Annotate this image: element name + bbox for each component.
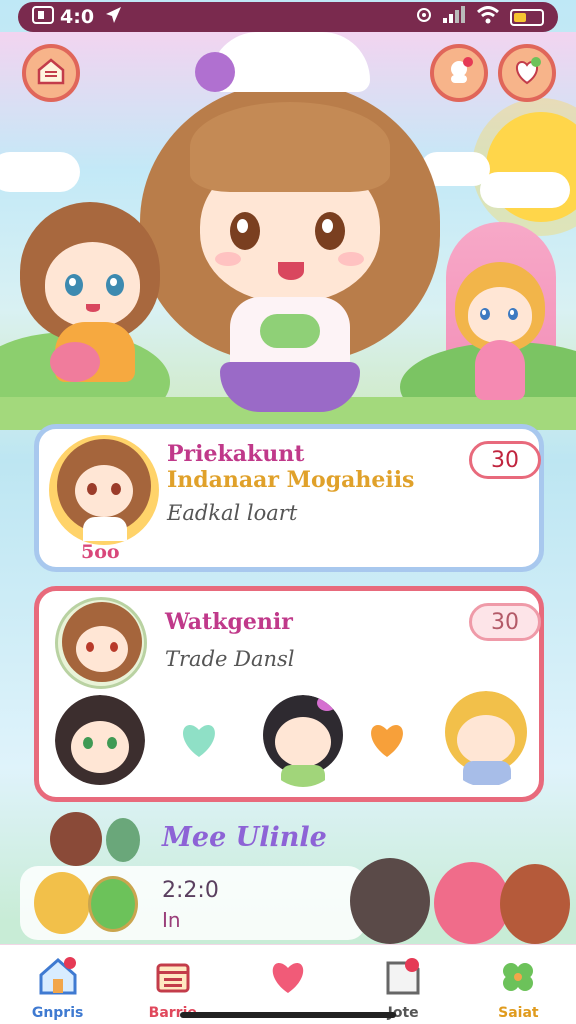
page-notify-icon bbox=[382, 958, 424, 1001]
nav-item-home[interactable]: Gnpris bbox=[8, 945, 108, 1021]
hero-scene bbox=[0, 32, 576, 430]
gift-box-icon bbox=[152, 963, 194, 1001]
location-arrow-icon bbox=[104, 6, 122, 29]
timer-sub: In bbox=[162, 908, 181, 932]
status-time: 4:0 bbox=[60, 6, 95, 28]
cast-icon bbox=[416, 6, 432, 28]
timer-avatar bbox=[34, 872, 90, 934]
card-avatar bbox=[49, 435, 159, 545]
nav-label: Gnpris bbox=[31, 1005, 84, 1021]
main-character bbox=[120, 32, 460, 430]
heart-icon bbox=[267, 963, 309, 1001]
section-title: Mee Ulinle bbox=[162, 822, 327, 853]
timer-value: 2:2:0 bbox=[162, 878, 219, 903]
lower-avatar bbox=[50, 812, 102, 866]
signal-icon bbox=[442, 5, 466, 29]
profile-card-primary[interactable]: 5oo Priekakunt Indanaar Mogaheiis Eadkal… bbox=[34, 424, 544, 572]
card-description: Trade Dansl bbox=[165, 647, 295, 671]
message-icon bbox=[32, 5, 54, 29]
friend-avatar[interactable] bbox=[261, 695, 345, 787]
home-button[interactable] bbox=[22, 44, 80, 102]
nav-item-gift[interactable]: Barrie bbox=[123, 945, 223, 1021]
right-character bbox=[450, 262, 550, 412]
profile-notify-icon bbox=[444, 56, 474, 90]
profile-card-secondary[interactable]: Watkgenir Trade Dansl 30 bbox=[34, 586, 544, 802]
battery-icon bbox=[510, 8, 544, 26]
count-badge: 30 bbox=[469, 441, 541, 479]
card-title: Priekakunt bbox=[167, 441, 305, 467]
friend-avatar[interactable] bbox=[55, 695, 145, 787]
lower-avatar bbox=[106, 818, 140, 862]
timer-avatar bbox=[88, 876, 138, 932]
heart-icon[interactable] bbox=[177, 719, 221, 759]
profile-notify-button[interactable] bbox=[430, 44, 488, 102]
nav-item-notes[interactable]: Jote bbox=[353, 945, 453, 1021]
card-avatar bbox=[55, 597, 147, 689]
card-description: Eadkal loart bbox=[167, 501, 298, 525]
wifi-icon bbox=[476, 5, 500, 29]
group-characters bbox=[350, 850, 570, 944]
status-bar: 4:0 bbox=[18, 2, 558, 32]
nav-label: Saiat bbox=[498, 1005, 539, 1021]
favorites-button[interactable] bbox=[498, 44, 556, 102]
clover-icon bbox=[497, 963, 539, 1001]
nav-item-clover[interactable]: Saiat bbox=[468, 945, 568, 1021]
nav-item-favorites[interactable] bbox=[238, 945, 338, 1005]
card-subtitle: Indanaar Mogaheiis bbox=[167, 467, 415, 493]
home-icon bbox=[36, 56, 66, 90]
heart-icon[interactable] bbox=[365, 719, 409, 759]
heart-check-icon bbox=[512, 56, 542, 90]
house-notify-icon bbox=[37, 957, 79, 1001]
card-title: Watkgenir bbox=[165, 609, 293, 635]
card-caption: 5oo bbox=[81, 541, 120, 563]
count-badge: 30 bbox=[469, 603, 541, 641]
home-indicator[interactable] bbox=[180, 1012, 396, 1018]
left-character bbox=[10, 202, 160, 412]
friend-avatar[interactable] bbox=[441, 691, 531, 787]
